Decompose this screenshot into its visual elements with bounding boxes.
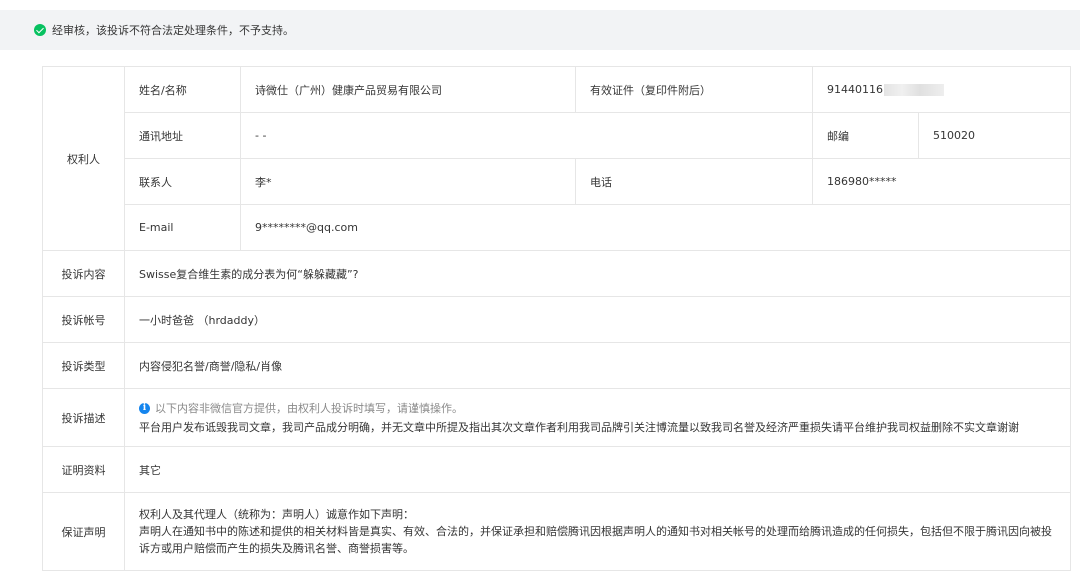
email-value: 9********@qq.com <box>240 204 1071 251</box>
complaint-content-value: Swisse复合维生素的成分表为何“躲躲藏藏”? <box>124 250 1071 297</box>
complaint-desc-label: 投诉描述 <box>42 388 125 447</box>
review-result-text: 经审核，该投诉不符合法定处理条件，不予支持。 <box>52 24 294 37</box>
name-label: 姓名/名称 <box>124 66 241 113</box>
table-row: 投诉描述 i 以下内容非微信官方提供，由权利人投诉时填写，请谨慎操作。 平台用户… <box>42 388 1071 447</box>
complaint-detail-table: 权利人 姓名/名称 诗微仕（广州）健康产品贸易有限公司 有效证件（复印件附后） … <box>42 66 1071 571</box>
evidence-label: 证明资料 <box>42 446 125 493</box>
cert-value: 91440116 <box>827 83 883 96</box>
contact-value: 李* <box>240 158 576 205</box>
statement-line-2: 声明人在通知书中的陈述和提供的相关材料皆是真实、有效、合法的，并保证承担和赔偿腾… <box>139 525 1052 555</box>
complaint-desc-cell: i 以下内容非微信官方提供，由权利人投诉时填写，请谨慎操作。 平台用户发布诋毁我… <box>124 388 1071 447</box>
desc-tip: i 以下内容非微信官方提供，由权利人投诉时填写，请谨慎操作。 <box>139 400 1056 416</box>
email-label: E-mail <box>124 204 241 251</box>
complaint-type-value: 内容侵犯名誉/商誉/隐私/肖像 <box>124 342 1071 389</box>
review-result-banner: 经审核，该投诉不符合法定处理条件，不予支持。 <box>0 10 1080 50</box>
desc-tip-text: 以下内容非微信官方提供，由权利人投诉时填写，请谨慎操作。 <box>155 402 463 415</box>
contact-label: 联系人 <box>124 158 241 205</box>
table-row: 投诉内容 Swisse复合维生素的成分表为何“躲躲藏藏”? <box>42 250 1071 297</box>
table-row: 权利人 姓名/名称 诗微仕（广州）健康产品贸易有限公司 有效证件（复印件附后） … <box>42 66 1071 251</box>
statement-line-1: 权利人及其代理人（统称为：声明人）诚意作如下声明： <box>139 508 414 521</box>
table-row: 投诉帐号 一小时爸爸 （hrdaddy） <box>42 296 1071 343</box>
cert-cell: 91440116 <box>812 66 1071 113</box>
statement-cell: 权利人及其代理人（统称为：声明人）诚意作如下声明： 声明人在通知书中的陈述和提供… <box>124 492 1071 571</box>
phone-label: 电话 <box>575 158 813 205</box>
table-row: 联系人 李* 电话 186980***** <box>43 158 1071 205</box>
check-circle-icon <box>34 24 46 36</box>
complaint-type-label: 投诉类型 <box>42 342 125 389</box>
cert-label: 有效证件（复印件附后） <box>575 66 813 113</box>
complaint-account-value: 一小时爸爸 （hrdaddy） <box>124 296 1071 343</box>
statement-label: 保证声明 <box>42 492 125 571</box>
postcode-label: 邮编 <box>812 112 919 159</box>
info-icon: i <box>139 402 150 414</box>
postcode-value: 510020 <box>918 112 1071 159</box>
redacted-mask <box>884 84 944 96</box>
complaint-content-label: 投诉内容 <box>42 250 125 297</box>
complaint-account-label: 投诉帐号 <box>42 296 125 343</box>
desc-text: 平台用户发布诋毁我司文章，我司产品成分明确，并无文章中所提及指出其次文章作者利用… <box>139 421 1019 434</box>
table-row: 通讯地址 - - 邮编 510020 <box>43 112 1071 159</box>
table-row: 保证声明 权利人及其代理人（统称为：声明人）诚意作如下声明： 声明人在通知书中的… <box>42 492 1071 571</box>
table-row: 证明资料 其它 <box>42 446 1071 493</box>
name-value: 诗微仕（广州）健康产品贸易有限公司 <box>240 66 576 113</box>
table-row: 投诉类型 内容侵犯名誉/商誉/隐私/肖像 <box>42 342 1071 389</box>
table-row: E-mail 9********@qq.com <box>43 204 1071 251</box>
rights-holder-label: 权利人 <box>42 66 125 251</box>
address-label: 通讯地址 <box>124 112 241 159</box>
address-value: - - <box>240 112 813 159</box>
evidence-value: 其它 <box>124 446 1071 493</box>
phone-value: 186980***** <box>812 158 1071 205</box>
